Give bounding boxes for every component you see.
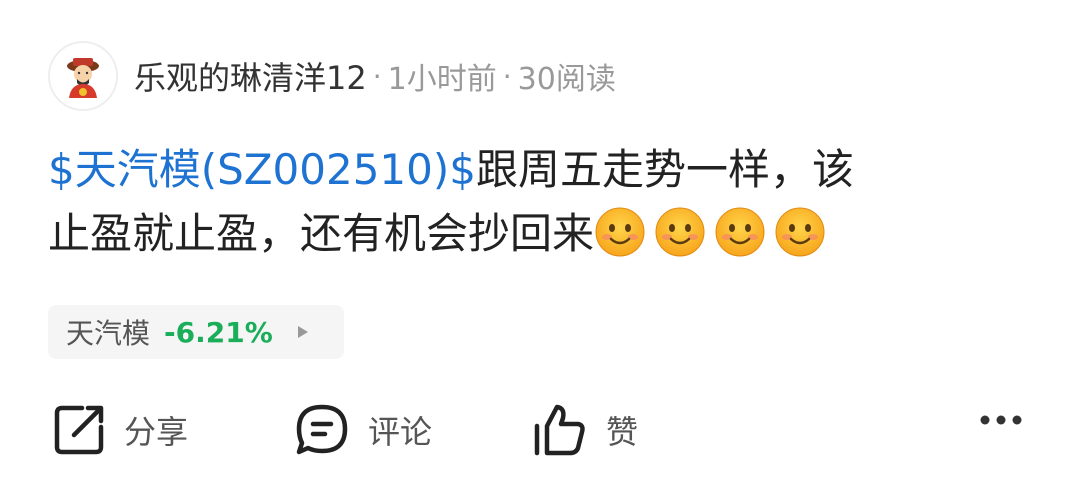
share-button[interactable]: 分享 [52, 398, 188, 462]
smile-emoji-icon [595, 207, 645, 257]
stock-chip-name: 天汽模 [66, 317, 151, 350]
post-header: 乐观的琳清洋12 · 1小时前 · 30阅读 [48, 40, 616, 112]
comment-icon [296, 404, 348, 455]
smile-emoji-icon [715, 207, 765, 257]
post-meta: 乐观的琳清洋12 · 1小时前 · 30阅读 [134, 53, 616, 99]
post-text-line1: 跟周五走势一样，该 [475, 145, 854, 194]
meta-separator: · [502, 59, 512, 93]
stock-link[interactable]: $天汽模(SZ002510)$ [48, 145, 476, 194]
author-name[interactable]: 乐观的琳清洋12 [134, 53, 367, 99]
post-content: $天汽模(SZ002510)$跟周五走势一样，该 止盈就止盈，还有机会抄回来 [48, 138, 1038, 266]
action-bar: 分享 评论 赞 [0, 398, 1079, 462]
post-time: 1小时前 [387, 62, 497, 97]
comment-label: 评论 [368, 413, 433, 451]
post-text-line2: 止盈就止盈，还有机会抄回来 [48, 209, 595, 258]
meta-separator: · [372, 59, 382, 93]
avatar[interactable] [48, 41, 118, 111]
smile-emoji-icon [655, 207, 705, 257]
smile-emoji-icon [775, 207, 825, 257]
more-dots-icon [980, 415, 1022, 425]
share-label: 分享 [124, 413, 189, 451]
stock-chip-change: -6.21% [164, 315, 273, 349]
thumbs-up-icon [534, 404, 585, 456]
play-arrow-icon [297, 325, 309, 339]
like-label: 赞 [606, 413, 639, 451]
comment-button[interactable]: 评论 [294, 398, 432, 462]
more-button[interactable] [979, 414, 1023, 426]
stock-chip[interactable]: 天汽模 -6.21% [48, 305, 344, 359]
emoji-group [594, 207, 834, 258]
like-button[interactable]: 赞 [532, 398, 638, 462]
fortune-god-avatar-icon [67, 58, 99, 98]
share-icon [54, 405, 104, 455]
read-count: 30阅读 [517, 62, 616, 97]
